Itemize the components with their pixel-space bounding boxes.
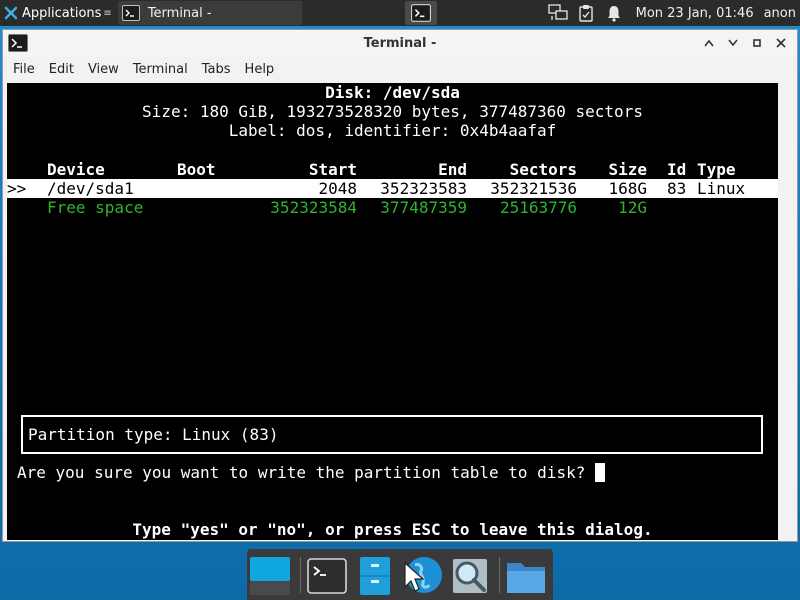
cell-type: Linux (697, 179, 746, 198)
folder-icon (507, 563, 545, 593)
cell-id: 83 (667, 179, 687, 198)
menu-terminal[interactable]: Terminal (127, 62, 194, 77)
menu-edit[interactable]: Edit (43, 62, 80, 77)
disk-line: Disk: /dev/sda (325, 83, 460, 102)
clock[interactable]: Mon 23 Jan, 01:46 (636, 6, 754, 21)
terminal-window: Terminal - File Edit View Terminal Tabs … (2, 29, 798, 542)
dock-separator (499, 557, 500, 593)
menu-view[interactable]: View (82, 62, 125, 77)
file-manager-icon (360, 557, 390, 595)
terminal-screen[interactable]: Disk: /dev/sda Size: 180 GiB, 1932735283… (7, 83, 778, 540)
confirm-prompt[interactable]: Are you sure you want to write the parti… (17, 463, 605, 482)
network-icon[interactable] (547, 3, 568, 23)
dialog-hint: Type "yes" or "no", or press ESC to leav… (132, 520, 653, 539)
label-line: Label: dos, identifier: 0x4b4aafaf (228, 121, 557, 140)
header-size: Size (608, 160, 647, 179)
user-menu[interactable]: anon (764, 6, 796, 21)
cell-start: 2048 (318, 179, 357, 198)
dock-web-browser[interactable] (401, 555, 443, 597)
confirm-prompt-text: Are you sure you want to write the parti… (17, 463, 595, 482)
menu-help[interactable]: Help (239, 62, 281, 77)
cell-sectors: 25163776 (499, 198, 577, 217)
menu-grip-icon: ≡ (103, 7, 112, 19)
taskbar-item-label: Terminal - (147, 5, 212, 21)
cell-start: 352323584 (270, 198, 357, 217)
menubar: File Edit View Terminal Tabs Help (3, 57, 797, 81)
selection-marker: >> (7, 179, 27, 198)
close-button[interactable] (771, 34, 791, 52)
app-finder-icon (453, 559, 487, 593)
cell-device: Free space (47, 198, 144, 217)
xfce-logo-icon (4, 6, 18, 20)
dock (247, 549, 553, 600)
chevron-down-icon (728, 39, 738, 47)
applications-label: Applications (22, 5, 102, 21)
cell-size: 12G (618, 198, 647, 217)
text-cursor (594, 463, 605, 482)
header-start: Start (308, 160, 357, 179)
partition-type-text: Partition type: Linux (83) (28, 425, 279, 444)
top-panel: Applications ≡ Terminal - Mon 23 Jan, 01… (0, 0, 800, 26)
close-icon (776, 38, 786, 48)
terminal-icon (411, 4, 431, 22)
panel-terminal-launcher[interactable] (405, 1, 437, 25)
shade-button[interactable] (699, 34, 719, 52)
terminal-icon (121, 5, 140, 21)
size-line: Size: 180 GiB, 193273528320 bytes, 37748… (142, 102, 643, 121)
cell-sectors: 352321536 (490, 179, 577, 198)
terminal-icon (307, 558, 347, 594)
minimize-button[interactable] (723, 34, 743, 52)
scrollbar[interactable] (780, 83, 793, 540)
header-device: Device (47, 160, 105, 179)
cell-device: /dev/sda1 (47, 179, 134, 198)
table-row-sda1[interactable]: >> /dev/sda1 2048 352323583 352321536 16… (7, 179, 778, 198)
web-browser-icon (404, 557, 442, 593)
partition-type-box: Partition type: Linux (83) (21, 415, 763, 454)
menu-file[interactable]: File (7, 62, 41, 77)
taskbar-item-terminal[interactable]: Terminal - (117, 1, 302, 25)
notification-bell-icon[interactable] (604, 3, 624, 23)
header-boot: Boot (177, 160, 216, 179)
header-end: End (438, 160, 467, 179)
chevron-up-icon (704, 39, 714, 47)
dock-show-desktop[interactable] (249, 555, 291, 597)
header-type: Type (697, 160, 736, 179)
cell-size: 168G (608, 179, 647, 198)
maximize-icon (753, 39, 761, 47)
show-desktop-icon (250, 557, 290, 595)
dock-folder[interactable] (505, 555, 547, 597)
applications-menu-button[interactable]: Applications ≡ (0, 0, 116, 26)
clipboard-icon[interactable] (576, 3, 596, 23)
dock-separator (300, 557, 301, 593)
dock-file-manager[interactable] (354, 555, 396, 597)
system-tray: Mon 23 Jan, 01:46 anon (544, 0, 800, 26)
dock-terminal[interactable] (306, 555, 348, 597)
header-sectors: Sectors (509, 160, 577, 179)
cell-end: 377487359 (380, 198, 467, 217)
menu-tabs[interactable]: Tabs (196, 62, 237, 77)
header-id: Id (667, 160, 687, 179)
window-titlebar[interactable]: Terminal - (3, 30, 797, 57)
maximize-button[interactable] (747, 34, 767, 52)
cell-end: 352323583 (380, 179, 467, 198)
window-title: Terminal - (363, 36, 437, 51)
dock-app-finder[interactable] (449, 555, 491, 597)
